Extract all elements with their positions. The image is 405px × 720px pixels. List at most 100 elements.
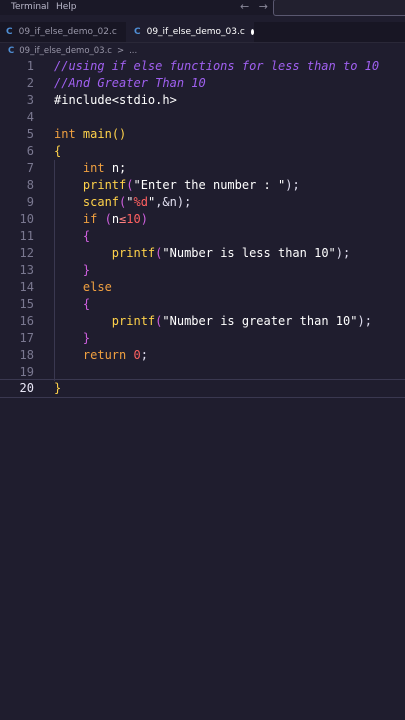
paren: ( bbox=[97, 212, 112, 226]
code-text: int n; bbox=[54, 160, 126, 177]
keyword: int bbox=[54, 127, 76, 141]
code-line[interactable]: 8 printf("Enter the number : "); bbox=[0, 177, 405, 194]
punctuation: ; bbox=[140, 348, 148, 362]
code-line[interactable]: 2 //And Greater Than 10 bbox=[0, 75, 405, 92]
tab-09-if-else-demo-03[interactable]: C 09_if_else_demo_03.c bbox=[126, 22, 254, 42]
breadcrumb: C 09_if_else_demo_03.c > ... bbox=[0, 44, 137, 58]
line-number: 20 bbox=[19, 381, 34, 395]
code-line[interactable]: 1 //using if else functions for less tha… bbox=[0, 58, 405, 75]
comment: //And Greater Than 10 bbox=[54, 76, 206, 90]
code-line[interactable]: 10 if (n≤10) bbox=[0, 211, 405, 228]
breadcrumb-file[interactable]: 09_if_else_demo_03.c bbox=[19, 46, 112, 56]
code-text: printf("Enter the number : "); bbox=[54, 177, 300, 194]
command-center-search[interactable] bbox=[273, 0, 405, 16]
tab-label: 09_if_else_demo_02.c bbox=[18, 27, 117, 37]
variable: n bbox=[111, 212, 120, 226]
code-text: } bbox=[54, 380, 61, 397]
code-text: //And Greater Than 10 bbox=[54, 75, 206, 92]
back-arrow-icon[interactable]: ← bbox=[240, 0, 249, 13]
line-number: 11 bbox=[19, 229, 34, 243]
breadcrumb-separator: > bbox=[116, 46, 125, 56]
number-literal: 10 bbox=[126, 212, 141, 226]
nav-arrows: ← → bbox=[240, 0, 274, 13]
line-number: 3 bbox=[26, 93, 34, 107]
function-name: printf bbox=[82, 178, 127, 192]
line-number: 12 bbox=[19, 246, 34, 260]
keyword: if bbox=[82, 212, 98, 226]
unsaved-dot-icon[interactable] bbox=[250, 29, 254, 35]
line-number: 1 bbox=[26, 59, 34, 73]
c-file-icon: C bbox=[134, 27, 141, 37]
code-text: { bbox=[54, 228, 90, 245]
punctuation: ); bbox=[285, 178, 300, 192]
function-name: scanf bbox=[82, 195, 120, 209]
code-line[interactable]: 15 { bbox=[0, 296, 405, 313]
line-number: 18 bbox=[19, 348, 34, 362]
code-line[interactable]: 3 #include<stdio.h> bbox=[0, 92, 405, 109]
code-text: return 0; bbox=[54, 347, 148, 364]
editor-tab-bar: C 09_if_else_demo_02.c C 09_if_else_demo… bbox=[0, 22, 405, 43]
brace: } bbox=[82, 331, 91, 345]
function-name: main bbox=[82, 127, 112, 141]
quote: " bbox=[126, 195, 134, 209]
line-number: 10 bbox=[19, 212, 34, 226]
number-literal: 0 bbox=[133, 348, 141, 362]
line-number: 9 bbox=[26, 195, 34, 209]
line-number: 5 bbox=[26, 127, 34, 141]
c-file-icon: C bbox=[8, 46, 15, 56]
code-text: if (n≤10) bbox=[54, 211, 148, 228]
code-line[interactable]: 4 bbox=[0, 109, 405, 126]
line-number: 6 bbox=[26, 144, 34, 158]
code-line[interactable]: 7 int n; bbox=[0, 160, 405, 177]
punctuation: ); bbox=[357, 314, 372, 328]
code-line[interactable]: 18 return 0; bbox=[0, 347, 405, 364]
code-line[interactable]: 11 { bbox=[0, 228, 405, 245]
tab-09-if-else-demo-02[interactable]: C 09_if_else_demo_02.c bbox=[6, 22, 126, 42]
menu-help[interactable]: Help bbox=[56, 2, 77, 12]
string-literal: "Number is less than 10" bbox=[162, 246, 336, 260]
breadcrumb-more[interactable]: ... bbox=[129, 46, 137, 56]
function-name: printf bbox=[111, 246, 156, 260]
code-text: else bbox=[54, 279, 112, 296]
format-specifier: %d bbox=[133, 195, 148, 209]
line-number: 7 bbox=[26, 161, 34, 175]
code-line[interactable]: 14 else bbox=[0, 279, 405, 296]
paren: ( bbox=[126, 178, 134, 192]
code-line[interactable]: 13 } bbox=[0, 262, 405, 279]
line-number: 15 bbox=[19, 297, 34, 311]
code-line[interactable]: 9 scanf("%d",&n); bbox=[0, 194, 405, 211]
parentheses: () bbox=[111, 127, 127, 141]
line-number: 13 bbox=[19, 263, 34, 277]
forward-arrow-icon[interactable]: → bbox=[259, 0, 268, 13]
code-text: { bbox=[54, 143, 61, 160]
brace: } bbox=[54, 381, 62, 395]
comment: //using if else functions for less than … bbox=[54, 59, 380, 73]
code-line[interactable]: 12 printf("Number is less than 10"); bbox=[0, 245, 405, 262]
brace: { bbox=[82, 229, 91, 243]
code-text: int main() bbox=[54, 126, 126, 143]
code-text: #include<stdio.h> bbox=[54, 92, 177, 109]
paren: ) bbox=[140, 212, 148, 226]
code-line[interactable]: 17 } bbox=[0, 330, 405, 347]
code-text: { bbox=[54, 296, 90, 313]
line-number: 14 bbox=[19, 280, 34, 294]
code-line[interactable]: 5 int main() bbox=[0, 126, 405, 143]
code-line[interactable]: 16 printf("Number is greater than 10"); bbox=[0, 313, 405, 330]
code-text: } bbox=[54, 330, 90, 347]
menu-terminal[interactable]: Terminal bbox=[11, 2, 49, 12]
punctuation: ,&n); bbox=[155, 195, 192, 209]
keyword: int bbox=[82, 161, 105, 175]
line-number: 4 bbox=[26, 110, 34, 124]
brace: } bbox=[82, 263, 91, 277]
string-literal: "Enter the number : " bbox=[133, 178, 286, 192]
tab-label: 09_if_else_demo_03.c bbox=[146, 27, 245, 37]
punctuation: ); bbox=[335, 246, 351, 260]
c-file-icon: C bbox=[6, 27, 13, 37]
code-line[interactable]: 6 { bbox=[0, 143, 405, 160]
code-text: scanf("%d",&n); bbox=[54, 194, 191, 211]
header-name: <stdio.h> bbox=[111, 93, 177, 107]
function-name: printf bbox=[111, 314, 156, 328]
line-number: 17 bbox=[19, 331, 34, 345]
current-code-line[interactable]: 20 } bbox=[0, 379, 405, 398]
declaration: n; bbox=[104, 161, 127, 175]
